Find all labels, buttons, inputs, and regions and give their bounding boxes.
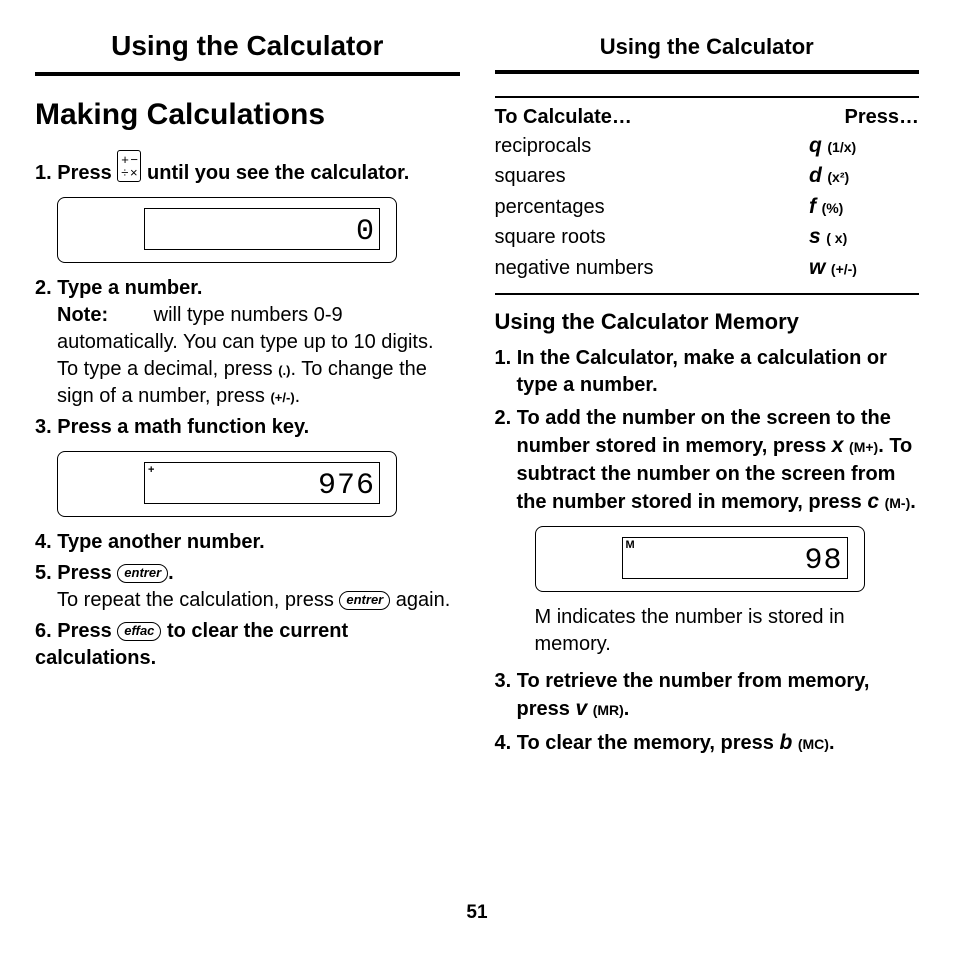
- mem-step2: 2. To add the number on the screen to th…: [495, 405, 920, 516]
- effac-key: effac: [117, 622, 161, 641]
- section-heading: Making Calculations: [35, 98, 460, 132]
- mem-step4: 4. To clear the memory, press b (MC).: [495, 729, 920, 757]
- mem-step1: 1. In the Calculator, make a calculation…: [495, 345, 920, 399]
- step5-body: To repeat the calculation, press entrer …: [57, 587, 460, 614]
- function-table: To Calculate… Press… reciprocals q (1/x)…: [495, 96, 920, 295]
- calc-screen-3: M98: [535, 526, 920, 592]
- step1-label: 1. Press +−÷× until you see the calculat…: [35, 162, 409, 184]
- table-row: squares d (x²): [495, 161, 920, 191]
- right-column: Using the Calculator To Calculate… Press…: [495, 30, 920, 764]
- step2-label: 2. Type a number.: [35, 275, 460, 302]
- memory-heading: Using the Calculator Memory: [495, 309, 920, 335]
- entrer-key: entrer: [339, 591, 390, 610]
- table-row: square roots s ( x): [495, 222, 920, 252]
- left-column: Using the Calculator Making Calculations…: [35, 30, 460, 764]
- left-page-title: Using the Calculator: [35, 30, 460, 76]
- mem-step3: 3. To retrieve the number from memory, p…: [495, 668, 920, 723]
- step5-label: 5. Press entrer.: [35, 562, 174, 584]
- table-header-press: Press…: [845, 106, 920, 129]
- calc-screen-1: 0: [57, 197, 460, 263]
- calc-screen-2: +976: [57, 451, 460, 517]
- screen3-caption: M indicates the number is stored in memo…: [535, 604, 920, 658]
- table-row: percentages f (%): [495, 192, 920, 222]
- step6-label: 6. Press effac to clear the current calc…: [35, 620, 348, 669]
- entrer-key: entrer: [117, 564, 168, 583]
- table-row: negative numbers w (+/-): [495, 253, 920, 283]
- table-header-calc: To Calculate…: [495, 106, 845, 129]
- calc-mode-icon: +−÷×: [117, 150, 141, 182]
- step3-label: 3. Press a math function key.: [35, 414, 460, 441]
- right-page-title: Using the Calculator: [495, 30, 920, 74]
- step2-body: Note: will type numbers 0-9 automaticall…: [57, 302, 460, 410]
- table-row: reciprocals q (1/x): [495, 131, 920, 161]
- page-number: 51: [0, 902, 954, 924]
- step4-label: 4. Type another number.: [35, 529, 460, 556]
